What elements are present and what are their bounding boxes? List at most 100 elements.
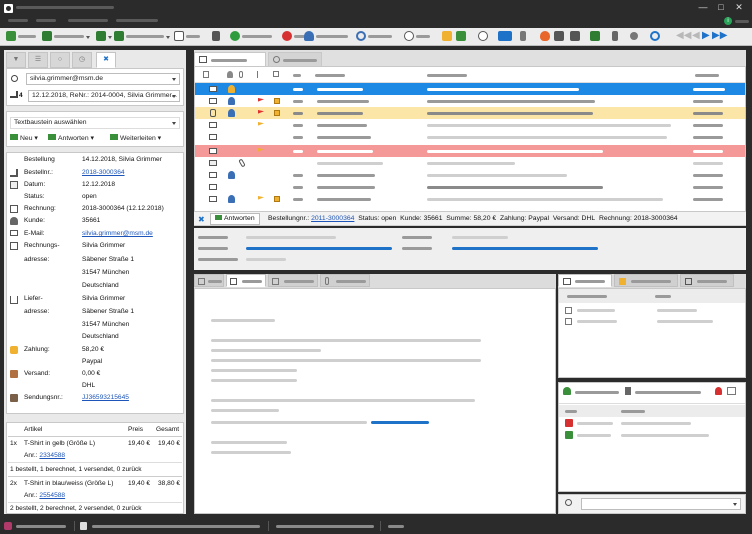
get-mail-icon[interactable] [6,31,16,41]
app-icon[interactable] [4,4,13,13]
menu-item[interactable] [36,19,56,22]
note-icon[interactable] [274,110,280,116]
linked-item[interactable] [577,434,611,437]
prev-icon[interactable]: ◀ [692,30,700,41]
column-header[interactable] [427,74,467,77]
sort-icon[interactable] [612,31,618,41]
flag-icon[interactable] [258,148,264,152]
chevron-down-icon[interactable] [108,36,112,39]
tab-chat[interactable]: ○ [50,52,70,68]
list-row[interactable] [195,119,745,131]
list-row[interactable] [195,145,745,157]
menu-item[interactable] [8,19,28,22]
article-anr-link[interactable]: 2554588 [39,492,65,499]
side-item[interactable] [577,320,617,323]
tab-history[interactable]: ◷ [72,52,92,68]
chevron-down-icon[interactable] [86,36,90,39]
chevron-down-icon[interactable] [733,503,737,506]
note-icon[interactable] [442,31,452,41]
list-row[interactable] [195,169,745,181]
reply-button[interactable]: Antworten ▾ [48,134,94,142]
first-icon[interactable]: ◀◀ [676,30,691,41]
flag-icon[interactable] [258,110,264,114]
header-link[interactable] [452,247,598,250]
reply-icon[interactable] [42,31,52,41]
tab-filter[interactable]: ▼ [6,52,26,68]
tab-notes[interactable] [614,274,678,287]
column-header[interactable] [315,74,345,77]
tab-conversations[interactable] [268,52,322,66]
order-select[interactable]: 12.12.2018, ReNr.: 2014-0004, Silvia Gri… [28,90,180,102]
new-button[interactable]: Neu ▾ [10,134,38,142]
customer-search-field[interactable]: silvia.grimmer@msm.de [26,73,180,85]
list-row[interactable] [195,157,745,169]
note-icon[interactable] [274,98,280,104]
forward-attach-icon[interactable] [114,31,124,41]
flag-icon[interactable] [258,196,264,200]
forward-icon[interactable] [96,31,106,41]
list-row[interactable] [195,83,745,95]
reply-button[interactable]: Antworten [210,213,260,225]
status-bestellnr-link[interactable]: 2011-3000364 [311,215,354,222]
chevron-down-icon[interactable] [172,78,176,81]
person-icon[interactable] [715,387,722,395]
body-link[interactable] [371,421,429,424]
email-link[interactable]: silvia.grimmer@msm.de [82,230,153,237]
note-icon[interactable] [274,196,280,202]
list-row[interactable] [195,95,745,107]
linked-item[interactable] [577,422,613,425]
eye-icon[interactable] [498,31,512,41]
search-icon[interactable] [356,31,366,41]
tab-mails[interactable] [194,52,266,66]
header-link[interactable] [246,247,392,250]
export-icon[interactable] [590,31,600,41]
forward-button[interactable]: Weiterleiten ▾ [110,134,161,142]
textbaustein-select[interactable]: Textbaustein auswählen [10,117,180,129]
tab-attachments[interactable] [320,274,370,287]
list-row[interactable] [195,131,745,143]
dictionary-icon[interactable] [554,31,564,41]
close-icon[interactable]: ✕ [732,1,746,13]
flag-icon[interactable] [258,98,264,102]
tab-shop[interactable]: ✖ [96,52,116,68]
delete-icon[interactable] [625,387,631,395]
tab-text[interactable] [194,274,224,287]
tab-contacts[interactable] [680,274,734,287]
list-row[interactable] [195,181,745,193]
column-header[interactable] [293,74,301,77]
mail-icon[interactable] [174,31,184,41]
article-anr-link[interactable]: 2334588 [39,452,65,459]
last-icon[interactable]: ▶▶ [712,30,727,41]
maximize-icon[interactable]: □ [714,1,728,13]
info-icon[interactable] [404,31,414,41]
fire-icon[interactable] [540,31,550,41]
share-icon[interactable] [630,32,638,40]
minimize-icon[interactable]: — [696,1,710,13]
tab-list[interactable]: ☰ [28,52,48,68]
chevron-down-icon[interactable] [172,95,176,98]
next-icon[interactable]: ▶ [702,30,710,41]
menu-item[interactable] [116,19,158,22]
list-row[interactable] [195,193,745,205]
sendungsnr-link[interactable]: JJ36593215645 [82,394,129,401]
list-row[interactable] [195,107,745,119]
add-contact-icon[interactable] [563,387,571,395]
chevron-down-icon[interactable] [166,36,170,39]
tab-source[interactable] [268,274,318,287]
chevron-down-icon[interactable] [172,122,176,125]
help-icon[interactable]: i [724,17,732,25]
tab-details[interactable] [558,274,612,287]
template-icon[interactable] [570,31,580,41]
delete-icon[interactable] [212,31,220,41]
block-icon[interactable] [282,31,292,41]
bestellnr-link[interactable]: 2018-3000364 [82,169,125,176]
person-icon[interactable] [304,31,314,41]
globe-icon[interactable] [478,31,488,41]
side-search-input[interactable] [581,498,741,510]
flag-icon[interactable] [258,122,264,126]
done-icon[interactable] [230,31,240,41]
refresh-icon[interactable] [650,31,660,41]
contact-icon[interactable] [456,31,466,41]
column-header[interactable] [695,74,719,77]
side-item[interactable] [577,309,615,312]
